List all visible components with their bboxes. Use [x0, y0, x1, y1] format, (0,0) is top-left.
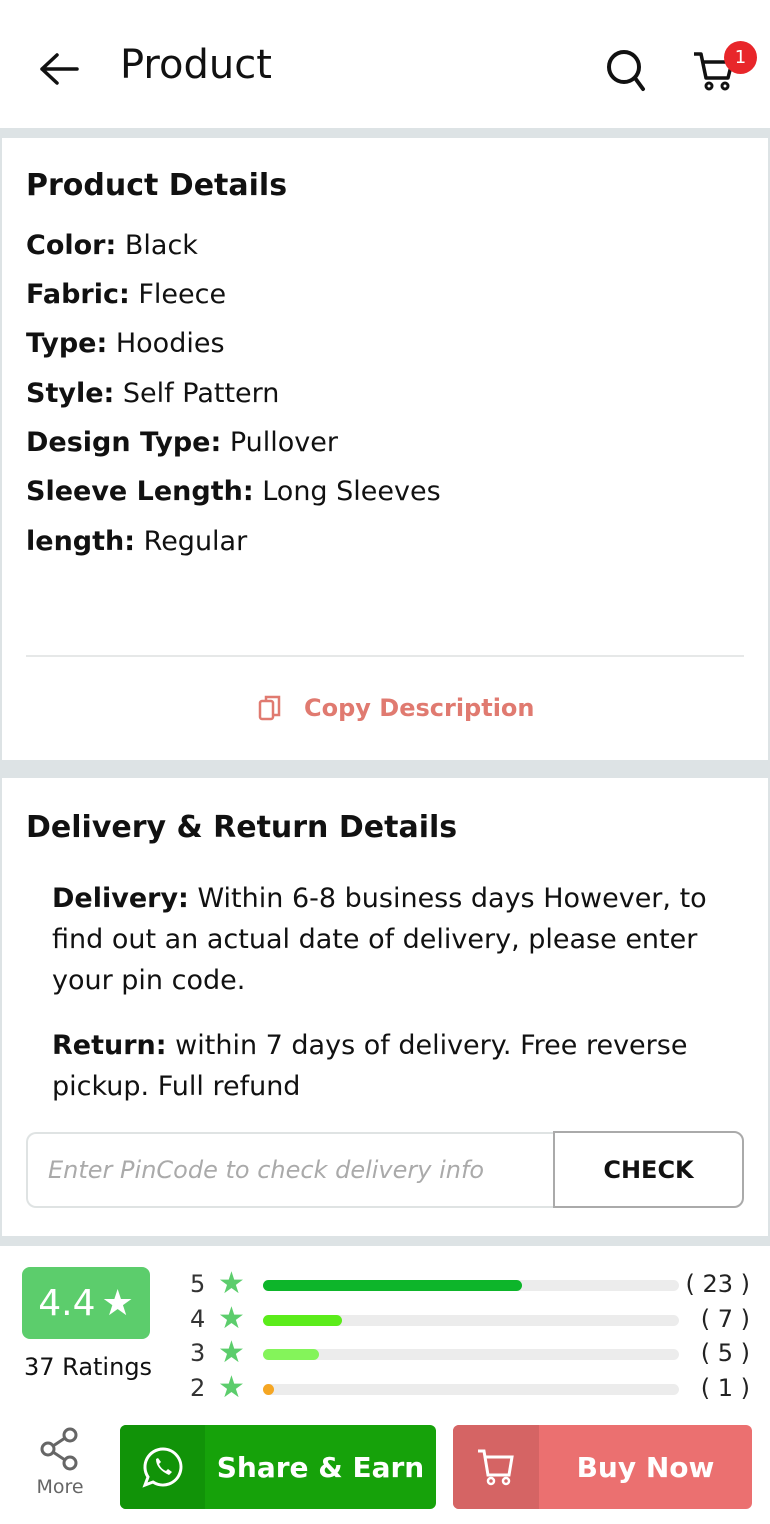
back-arrow-icon[interactable]: [38, 52, 80, 86]
star-icon: ★: [218, 1369, 245, 1405]
copy-icon: [258, 695, 281, 721]
rating-bar-fill: [263, 1349, 320, 1360]
star-icon: ★: [218, 1300, 245, 1336]
rating-bar-track: [263, 1314, 679, 1326]
detail-row: Type: Hoodies: [26, 328, 225, 359]
detail-row: Color: Black: [26, 230, 198, 261]
rating-count: ( 1 ): [700, 1373, 750, 1402]
star-level: 4: [190, 1304, 206, 1333]
star-icon: ★: [218, 1335, 245, 1370]
detail-row: Fabric: Fleece: [26, 279, 227, 310]
divider: [26, 655, 744, 657]
rating-count: ( 7 ): [700, 1304, 750, 1333]
rating-bar-fill: [263, 1314, 342, 1326]
page-title: Product: [120, 42, 272, 88]
detail-row: Sleeve Length: Long Sleeves: [26, 476, 441, 507]
star-level: 3: [190, 1339, 206, 1367]
more-share-button[interactable]: More: [30, 1426, 90, 1498]
rating-row-2: 2 ★ ( 1 ): [190, 1370, 750, 1405]
rating-count: ( 23 ): [685, 1270, 750, 1298]
check-button[interactable]: CHECK: [553, 1131, 744, 1208]
product-details-card: Product Details Color: Black Fabric: Fle…: [2, 138, 768, 760]
star-icon: ★: [218, 1266, 245, 1301]
delivery-return-card: Delivery & Return Details Delivery: With…: [2, 778, 768, 1236]
share-earn-button[interactable]: Share & Earn: [120, 1425, 436, 1509]
rating-bar-track: [263, 1349, 679, 1360]
rating-bar-track: [263, 1383, 679, 1395]
detail-row: Design Type: Pullover: [26, 427, 338, 458]
rating-bar-track: [263, 1280, 679, 1291]
cart-icon: [453, 1425, 539, 1509]
whatsapp-icon: [120, 1425, 205, 1509]
return-info: Return: within 7 days of delivery. Free …: [52, 1030, 688, 1102]
buy-now-button[interactable]: Buy Now: [453, 1425, 752, 1509]
search-icon[interactable]: [604, 48, 650, 92]
pincode-input[interactable]: Enter PinCode to check delivery info: [26, 1132, 554, 1208]
rating-count: ( 5 ): [700, 1339, 750, 1367]
delivery-info: Delivery: Within 6-8 business days Howev…: [52, 883, 707, 996]
average-rating-badge: 4.4 ★: [22, 1267, 150, 1339]
star-level: 5: [190, 1270, 206, 1298]
rating-bar-fill: [263, 1383, 275, 1395]
cart-count-badge: 1: [724, 41, 757, 74]
ratings-count: 37 Ratings: [24, 1353, 153, 1381]
rating-row-5: 5 ★ ( 23 ): [190, 1266, 750, 1301]
section-title: Product Details: [26, 168, 288, 203]
star-level: 2: [190, 1373, 206, 1402]
app-header: Product 1: [0, 0, 770, 128]
rating-bar-fill: [263, 1280, 522, 1291]
share-icon: [40, 1427, 78, 1471]
detail-row: length: Regular: [26, 526, 248, 557]
copy-description-button[interactable]: Copy Description: [258, 694, 535, 722]
section-title: Delivery & Return Details: [26, 810, 458, 845]
rating-row-4: 4 ★ ( 7 ): [190, 1301, 750, 1336]
rating-row-3: 3 ★ ( 5 ): [190, 1335, 750, 1370]
star-icon: ★: [101, 1282, 134, 1324]
ratings-section: 4.4 ★ 37 Ratings 5 ★ ( 23 ) 4 ★ ( 7 ) 3 ★ ( 5 ) 2 ★…: [0, 1246, 770, 1524]
detail-row: Style: Self Pattern: [26, 378, 280, 409]
